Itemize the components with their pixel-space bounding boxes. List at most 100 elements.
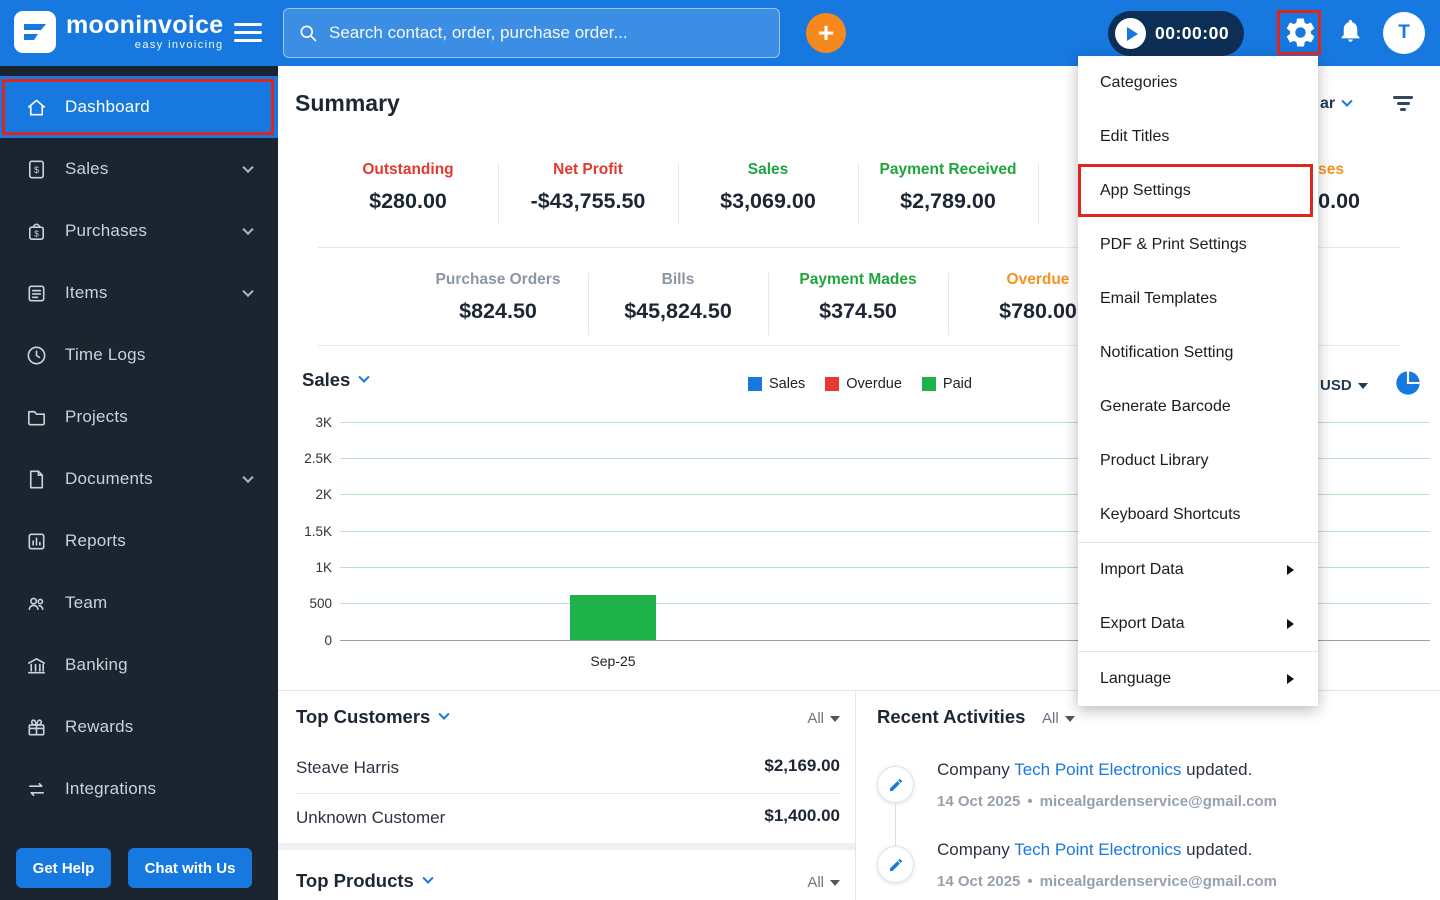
activity-suffix: updated.	[1181, 840, 1253, 859]
recent-activities-filter[interactable]: All	[1042, 710, 1075, 727]
sidebar-item-integrations[interactable]: Integrations	[0, 758, 278, 820]
summary-card-value: -$43,755.50	[530, 189, 646, 213]
activity-company-link[interactable]: Tech Point Electronics	[1014, 840, 1181, 859]
activity-email: micealgardenservice@gmail.com	[1039, 873, 1277, 890]
sidebar-item-banking[interactable]: Banking	[0, 634, 278, 696]
menu-item-pdf-print-settings[interactable]: PDF & Print Settings	[1078, 218, 1318, 272]
sidebar-item-label: Rewards	[65, 717, 134, 736]
legend-item-sales[interactable]: Sales	[748, 376, 805, 392]
menu-item-product-library[interactable]: Product Library	[1078, 434, 1318, 488]
sidebar-item-purchases[interactable]: $ Purchases	[0, 200, 278, 262]
y-axis-tick: 2.5K	[304, 451, 332, 466]
filter-icon[interactable]	[1392, 96, 1414, 114]
legend-item-paid[interactable]: Paid	[921, 376, 972, 392]
divider	[296, 793, 840, 794]
activity-company-link[interactable]: Tech Point Electronics	[1014, 760, 1181, 779]
mooninvoice-logo-icon	[14, 11, 56, 53]
avatar-initial: T	[1398, 22, 1410, 43]
menu-item-language[interactable]: Language	[1078, 652, 1318, 706]
bullet-separator: •	[1027, 873, 1033, 890]
activity-text: Company Tech Point Electronics updated.	[937, 760, 1252, 780]
period-selector[interactable]: ar	[1320, 95, 1353, 113]
invoice-dollar-icon: $	[24, 157, 48, 181]
sidebar-item-dashboard[interactable]: Dashboard	[0, 76, 278, 138]
top-customers-title[interactable]: Top Customers	[296, 706, 450, 728]
customer-amount: $2,169.00	[764, 756, 840, 775]
sidebar-item-time-logs[interactable]: Time Logs	[0, 324, 278, 386]
sidebar-item-team[interactable]: Team	[0, 572, 278, 634]
menu-item-label: Export Data	[1100, 615, 1185, 632]
menu-item-notification-setting[interactable]: Notification Setting	[1078, 326, 1318, 380]
legend-label: Paid	[942, 376, 972, 392]
submenu-arrow-icon	[1287, 674, 1294, 684]
y-axis-tick: 2K	[315, 487, 332, 502]
customer-name[interactable]: Unknown Customer	[296, 808, 445, 828]
y-axis-tick: 500	[309, 596, 332, 611]
document-icon	[24, 467, 48, 491]
period-selector-label: ar	[1320, 95, 1336, 112]
menu-item-generate-barcode[interactable]: Generate Barcode	[1078, 380, 1318, 434]
chevron-down-icon	[358, 371, 371, 383]
currency-selector[interactable]: USD	[1320, 377, 1368, 394]
pie-chart-icon[interactable]	[1394, 369, 1422, 402]
page-title: Summary	[295, 90, 400, 116]
section-separator	[278, 843, 855, 850]
chart-title[interactable]: Sales	[302, 369, 371, 391]
search-bar[interactable]	[283, 8, 780, 58]
menu-item-email-templates[interactable]: Email Templates	[1078, 272, 1318, 326]
hamburger-menu-icon[interactable]	[234, 23, 262, 47]
brand-logo[interactable]: mooninvoice easy invoicing	[14, 11, 224, 53]
sidebar-item-rewards[interactable]: Rewards	[0, 696, 278, 758]
play-icon[interactable]	[1115, 18, 1146, 49]
y-axis-tick: 3K	[315, 415, 332, 430]
timer-widget[interactable]: 00:00:00	[1108, 11, 1244, 56]
search-input[interactable]	[329, 23, 765, 43]
pencil-icon	[889, 778, 902, 791]
menu-item-categories[interactable]: Categories	[1078, 56, 1318, 110]
sidebar-item-projects[interactable]: Projects	[0, 386, 278, 448]
y-axis-tick: 1.5K	[304, 524, 332, 539]
menu-item-keyboard-shortcuts[interactable]: Keyboard Shortcuts	[1078, 488, 1318, 542]
add-button[interactable]: +	[806, 13, 846, 53]
top-customers-filter[interactable]: All	[784, 710, 840, 727]
menu-item-export-data[interactable]: Export Data	[1078, 597, 1318, 651]
sidebar-item-label: Dashboard	[65, 97, 150, 116]
summary-card-label: Purchase Orders	[435, 271, 561, 288]
list-icon	[24, 281, 48, 305]
sidebar-item-sales[interactable]: $ Sales	[0, 138, 278, 200]
section-title-label: Top Products	[296, 870, 414, 891]
sidebar-item-label: Banking	[65, 655, 128, 674]
customer-name[interactable]: Steave Harris	[296, 758, 399, 778]
recent-activities-title: Recent Activities	[877, 706, 1025, 728]
filter-label: All	[1042, 710, 1059, 727]
y-axis-tick: 0	[324, 633, 332, 648]
user-avatar[interactable]: T	[1383, 12, 1425, 54]
folder-icon	[24, 405, 48, 429]
bar-chart-icon	[24, 529, 48, 553]
currency-label: USD	[1320, 377, 1352, 394]
chevron-down-icon	[242, 471, 254, 484]
notifications-bell-icon[interactable]	[1337, 17, 1364, 49]
sidebar-item-reports[interactable]: Reports	[0, 510, 278, 572]
summary-card-value: $280.00	[369, 189, 447, 213]
legend-item-overdue[interactable]: Overdue	[825, 376, 902, 392]
menu-item-app-settings[interactable]: App Settings	[1078, 164, 1318, 218]
edit-activity-button[interactable]	[877, 766, 914, 803]
menu-item-edit-titles[interactable]: Edit Titles	[1078, 110, 1318, 164]
get-help-button[interactable]: Get Help	[16, 848, 111, 888]
activity-prefix: Company	[937, 840, 1015, 859]
menu-item-import-data[interactable]: Import Data	[1078, 543, 1318, 597]
bar-paid-sep-25[interactable]	[570, 595, 656, 640]
top-products-filter[interactable]: All	[784, 874, 840, 891]
sidebar-item-label: Integrations	[65, 779, 157, 798]
timeline-connector	[895, 803, 896, 846]
chat-with-us-button[interactable]: Chat with Us	[128, 848, 252, 888]
y-axis-tick: 1K	[315, 560, 332, 575]
triangle-down-icon	[1357, 382, 1368, 389]
sidebar-item-items[interactable]: Items	[0, 262, 278, 324]
settings-gear-icon[interactable]	[1283, 15, 1318, 55]
bank-icon	[24, 653, 48, 677]
top-products-title[interactable]: Top Products	[296, 870, 434, 892]
sidebar-item-documents[interactable]: Documents	[0, 448, 278, 510]
edit-activity-button[interactable]	[877, 846, 914, 883]
